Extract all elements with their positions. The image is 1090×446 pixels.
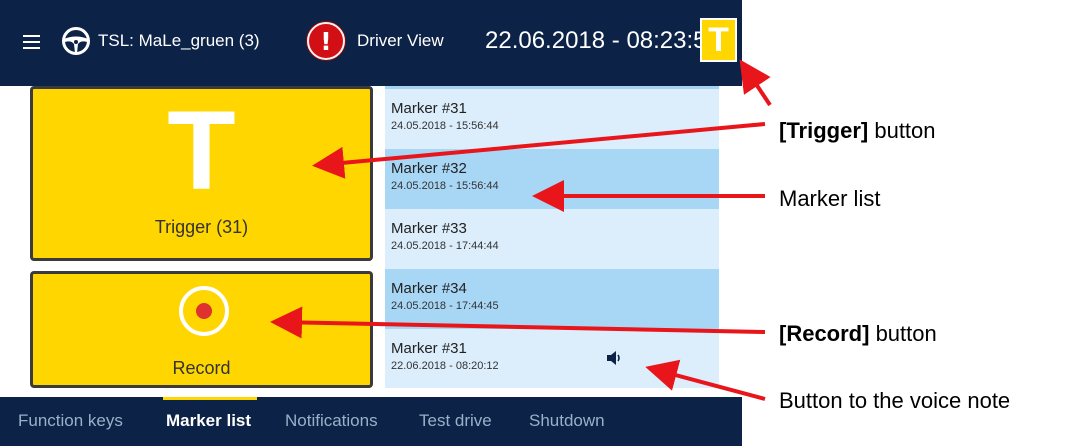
annotation-record-button: [Record] button	[779, 321, 937, 346]
annotation-arrows	[270, 59, 772, 401]
arrow-trigger-badge	[739, 59, 772, 107]
arrow-voice-note	[645, 359, 766, 401]
annotation-trigger-button: [Trigger] button	[779, 118, 936, 143]
arrow-record	[270, 306, 766, 339]
annotation-voice-note: Button to the voice note	[779, 388, 1011, 413]
annotation-marker-list: Marker list	[779, 186, 881, 211]
arrow-trigger	[312, 122, 766, 179]
